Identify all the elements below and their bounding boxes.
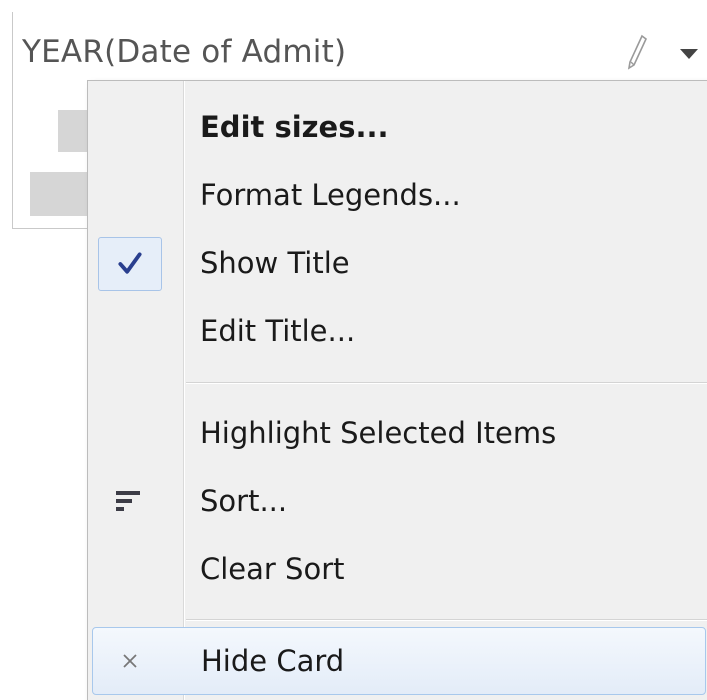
close-icon bbox=[123, 654, 137, 668]
menu-item-label: Show Title bbox=[200, 246, 350, 280]
menu-item-label: Hide Card bbox=[201, 644, 345, 678]
menu-item-show-title[interactable]: Show Title bbox=[88, 229, 707, 297]
menu-separator bbox=[186, 619, 707, 621]
menu-item-format-legends[interactable]: Format Legends... bbox=[88, 161, 707, 229]
pencil-icon[interactable] bbox=[625, 32, 649, 72]
legend-card-title: YEAR(Date of Admit) bbox=[22, 34, 347, 70]
menu-item-label: Sort... bbox=[200, 484, 288, 518]
menu-item-edit-sizes[interactable]: Edit sizes... bbox=[88, 93, 707, 161]
menu-item-clear-sort[interactable]: Clear Sort bbox=[88, 535, 707, 603]
menu-item-label: Highlight Selected Items bbox=[200, 416, 557, 450]
menu-item-label: Clear Sort bbox=[200, 552, 345, 586]
menu-item-highlight-selected-items[interactable]: Highlight Selected Items bbox=[88, 399, 707, 467]
menu-item-label: Edit sizes... bbox=[200, 110, 389, 144]
sort-icon bbox=[116, 491, 140, 511]
check-indicator bbox=[98, 237, 162, 291]
menu-item-label: Edit Title... bbox=[200, 314, 356, 348]
context-menu: Edit sizes... Format Legends... Show Tit… bbox=[87, 80, 707, 700]
menu-separator bbox=[186, 382, 707, 384]
checkmark-icon bbox=[118, 252, 142, 274]
menu-item-edit-title[interactable]: Edit Title... bbox=[88, 297, 707, 365]
menu-item-sort[interactable]: Sort... bbox=[88, 467, 707, 535]
menu-item-hide-card[interactable]: Hide Card bbox=[92, 627, 706, 695]
menu-item-label: Format Legends... bbox=[200, 178, 461, 212]
screen: YEAR(Date of Admit) Edit sizes... Format… bbox=[0, 0, 707, 700]
card-menu-dropdown-icon[interactable] bbox=[674, 38, 704, 68]
